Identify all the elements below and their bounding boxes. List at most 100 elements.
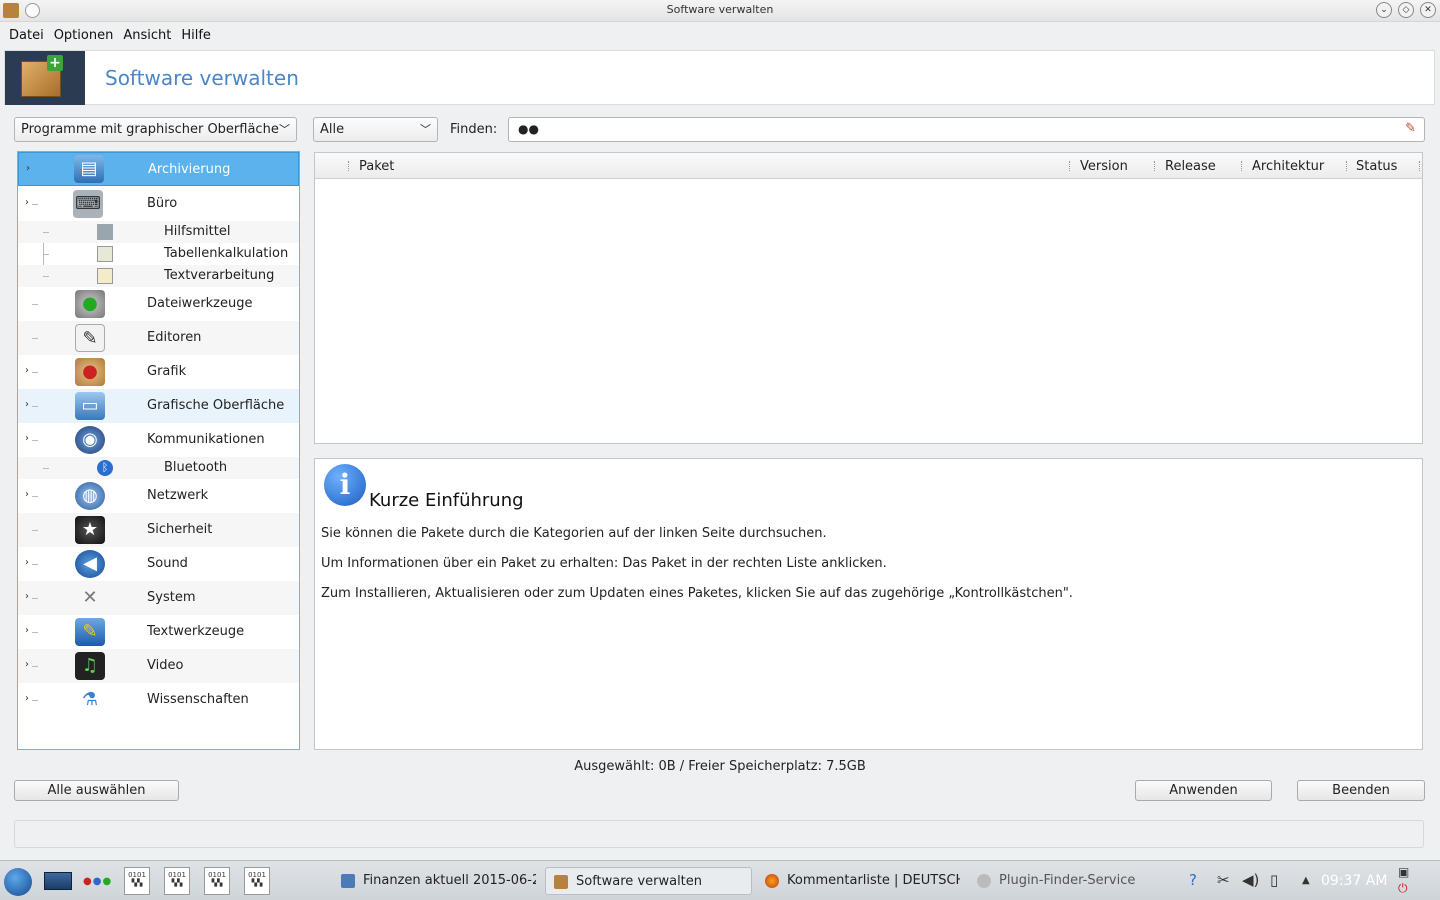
desktop-pager-4[interactable]: 0101 ▚▚ — [244, 867, 270, 895]
menu-optionen[interactable]: Optionen — [49, 25, 119, 47]
scissors-icon[interactable]: ✂ — [1217, 871, 1230, 889]
expand-arrow-icon[interactable]: › — [25, 433, 29, 444]
quit-button[interactable]: Beenden — [1297, 780, 1425, 801]
tree-item-buero[interactable]: › ⌨ Büro — [18, 187, 299, 221]
expand-arrow-icon[interactable]: › — [25, 659, 29, 670]
status-filter-select[interactable]: Alle ﹀ — [313, 117, 438, 142]
tree-line — [32, 204, 38, 205]
column-header-architektur[interactable]: Architektur — [1252, 159, 1324, 174]
harddisk-icon: ● — [75, 290, 105, 318]
expand-arrow-icon[interactable]: › — [25, 693, 29, 704]
flask-icon: ⚗ — [81, 689, 99, 710]
tree-item-label: Sound — [147, 556, 188, 571]
tree-line — [32, 666, 38, 667]
category-filter-value: Programme mit graphischer Oberfläche — [21, 122, 279, 137]
tree-item-grafik[interactable]: › ● Grafik — [18, 355, 299, 389]
menu-datei[interactable]: Datei — [4, 25, 49, 47]
clipboard-icon[interactable]: ▯ — [1270, 871, 1278, 889]
security-icon: ★ — [75, 516, 105, 544]
tree-item-archivierung[interactable]: › ▤ Archivierung — [18, 152, 299, 186]
desktop-pager-3[interactable]: 0101 ▚▚ — [204, 867, 230, 895]
expand-arrow-icon[interactable]: › — [25, 625, 29, 636]
menu-hilfe[interactable]: Hilfe — [176, 25, 216, 47]
column-header-release[interactable]: Release — [1165, 159, 1216, 174]
menu-ansicht[interactable]: Ansicht — [118, 25, 176, 47]
desktop-icon: ▭ — [75, 392, 105, 420]
task-software-verwalten[interactable]: Software verwalten — [545, 867, 752, 895]
expand-arrow-icon[interactable]: › — [25, 399, 29, 410]
expand-arrow-icon[interactable]: › — [25, 365, 29, 376]
tree-item-video[interactable]: › ♫ Video — [18, 649, 299, 683]
info-paragraph: Um Informationen über ein Paket zu erhal… — [321, 556, 887, 571]
tree-item-kommunikationen[interactable]: › ◉ Kommunikationen — [18, 423, 299, 457]
tree-item-editoren[interactable]: ✎ Editoren — [18, 321, 299, 355]
column-separator[interactable] — [1154, 161, 1155, 171]
column-separator[interactable] — [1419, 161, 1420, 171]
column-separator[interactable] — [1346, 161, 1347, 171]
task-label: Kommentarliste | DEUTSCHE — [787, 873, 960, 888]
info-icon: i — [324, 464, 366, 506]
expand-arrow-icon[interactable]: › — [25, 489, 29, 500]
category-tree[interactable]: › ▤ Archivierung › ⌨ Büro Hilfsmittel Ta… — [17, 151, 300, 750]
tree-item-system[interactable]: › ✕ System — [18, 581, 299, 615]
firefox-icon — [765, 874, 779, 888]
expand-arrow-icon[interactable]: › — [26, 163, 30, 174]
tree-item-label: Kommunikationen — [147, 432, 265, 447]
binoculars-icon[interactable]: ●● — [518, 122, 539, 136]
tree-item-netzwerk[interactable]: › ◍ Netzwerk — [18, 479, 299, 513]
category-filter-select[interactable]: Programme mit graphischer Oberfläche ﹀ — [14, 117, 297, 142]
tree-item-sicherheit[interactable]: ★ Sicherheit — [18, 513, 299, 547]
tree-item-sound[interactable]: › ◀ Sound — [18, 547, 299, 581]
close-button[interactable]: ✕ — [1420, 2, 1436, 18]
activities-icon[interactable]: ●●● — [83, 876, 112, 887]
package-table[interactable]: Paket Version Release Architektur Status — [314, 152, 1423, 444]
clock[interactable]: 09:37 AM — [1321, 873, 1387, 889]
task-finanzen[interactable]: Finanzen aktuell 2015-06-2 — [333, 867, 536, 895]
tree-line — [32, 530, 38, 531]
office-icon: ⌨ — [73, 190, 103, 218]
task-plugin-finder[interactable]: Plugin-Finder-Service — [969, 867, 1172, 895]
tree-item-bluetooth[interactable]: ᛒ Bluetooth — [18, 457, 299, 479]
desktop-pager-2[interactable]: 0101 ▚▚ — [164, 867, 190, 895]
tree-item-textverarbeitung[interactable]: Textverarbeitung — [18, 265, 299, 287]
tree-line — [32, 440, 38, 441]
tree-item-grafische-oberflaeche[interactable]: › ▭ Grafische Oberfläche — [18, 389, 299, 423]
task-label: Software verwalten — [576, 874, 703, 889]
volume-icon[interactable]: ◀) — [1242, 871, 1259, 889]
help-icon[interactable]: ? — [1189, 871, 1197, 889]
info-paragraph: Zum Installieren, Aktualisieren oder zum… — [321, 586, 1073, 601]
expand-tray-icon[interactable]: ▲ — [1302, 875, 1310, 886]
expand-arrow-icon[interactable]: › — [25, 557, 29, 568]
tree-item-hilfsmittel[interactable]: Hilfsmittel — [18, 221, 299, 243]
search-input[interactable]: ●● ✎ — [508, 117, 1425, 142]
tree-item-wissenschaften[interactable]: › ⚗ Wissenschaften — [18, 683, 299, 717]
show-desktop-icon[interactable] — [44, 872, 72, 890]
tree-item-label: Sicherheit — [147, 522, 213, 537]
tree-item-dateiwerkzeuge[interactable]: ● Dateiwerkzeuge — [18, 287, 299, 321]
select-all-button[interactable]: Alle auswählen — [14, 780, 179, 801]
logout-icon[interactable]: ⏻ — [1398, 881, 1408, 896]
column-separator[interactable] — [1241, 161, 1242, 171]
apply-button[interactable]: Anwenden — [1135, 780, 1272, 801]
column-header-paket[interactable]: Paket — [359, 159, 394, 174]
tree-item-textwerkzeuge[interactable]: › ✎ Textwerkzeuge — [18, 615, 299, 649]
tree-item-label: Wissenschaften — [147, 692, 249, 707]
wordprocessor-icon — [97, 268, 113, 284]
column-separator[interactable] — [348, 161, 349, 171]
expand-arrow-icon[interactable]: › — [25, 591, 29, 602]
column-header-version[interactable]: Version — [1080, 159, 1128, 174]
lock-screen-icon[interactable]: ▣ — [1398, 865, 1409, 879]
task-label: Plugin-Finder-Service — [999, 873, 1136, 888]
bottom-frame — [14, 820, 1424, 848]
application-launcher-icon[interactable] — [4, 868, 32, 896]
desktop-pager-1[interactable]: 0101 ▚▚ — [124, 867, 150, 895]
expand-arrow-icon[interactable]: › — [25, 197, 29, 208]
task-label: Finanzen aktuell 2015-06-2 — [363, 873, 536, 888]
task-kommentarliste[interactable]: Kommentarliste | DEUTSCHE — [757, 867, 960, 895]
column-separator[interactable] — [1069, 161, 1070, 171]
maximize-button[interactable]: ◇ — [1398, 2, 1414, 18]
minimize-button[interactable]: ⌄ — [1376, 2, 1392, 18]
tree-item-tabellenkalkulation[interactable]: Tabellenkalkulation — [18, 243, 299, 265]
clear-search-icon[interactable]: ✎ — [1405, 121, 1416, 136]
column-header-status[interactable]: Status — [1356, 159, 1397, 174]
